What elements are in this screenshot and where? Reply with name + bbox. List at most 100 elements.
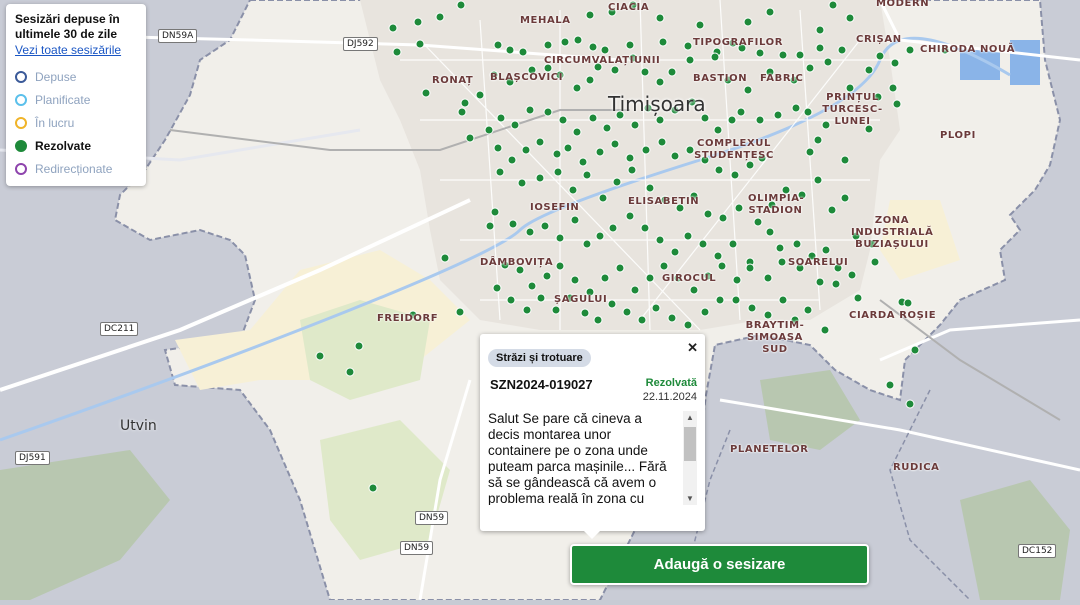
resolved-report-marker[interactable] bbox=[778, 295, 788, 305]
resolved-report-marker[interactable] bbox=[791, 103, 801, 113]
resolved-report-marker[interactable] bbox=[888, 83, 898, 93]
resolved-report-marker[interactable] bbox=[607, 299, 617, 309]
resolved-report-marker[interactable] bbox=[736, 107, 746, 117]
resolved-report-marker[interactable] bbox=[588, 113, 598, 123]
resolved-report-marker[interactable] bbox=[600, 45, 610, 55]
resolved-report-marker[interactable] bbox=[732, 275, 742, 285]
resolved-report-marker[interactable] bbox=[630, 120, 640, 130]
resolved-report-marker[interactable] bbox=[821, 245, 831, 255]
resolved-report-marker[interactable] bbox=[517, 178, 527, 188]
resolved-report-marker[interactable] bbox=[392, 47, 402, 57]
resolved-report-marker[interactable] bbox=[625, 153, 635, 163]
resolved-report-marker[interactable] bbox=[522, 305, 532, 315]
resolved-report-marker[interactable] bbox=[683, 231, 693, 241]
resolved-report-marker[interactable] bbox=[698, 239, 708, 249]
resolved-report-marker[interactable] bbox=[655, 77, 665, 87]
resolved-report-marker[interactable] bbox=[627, 165, 637, 175]
resolved-report-marker[interactable] bbox=[485, 221, 495, 231]
resolved-report-marker[interactable] bbox=[368, 483, 378, 493]
legend-item[interactable]: În lucru bbox=[15, 111, 138, 134]
resolved-report-marker[interactable] bbox=[845, 83, 855, 93]
resolved-report-marker[interactable] bbox=[657, 137, 667, 147]
legend-item[interactable]: Planificate bbox=[15, 88, 138, 111]
resolved-report-marker[interactable] bbox=[315, 351, 325, 361]
resolved-report-marker[interactable] bbox=[775, 243, 785, 253]
resolved-report-marker[interactable] bbox=[598, 193, 608, 203]
resolved-report-marker[interactable] bbox=[903, 298, 913, 308]
resolved-report-marker[interactable] bbox=[608, 223, 618, 233]
resolved-report-marker[interactable] bbox=[570, 215, 580, 225]
resolved-report-marker[interactable] bbox=[713, 125, 723, 135]
resolved-report-marker[interactable] bbox=[630, 285, 640, 295]
resolved-report-marker[interactable] bbox=[805, 147, 815, 157]
resolved-report-marker[interactable] bbox=[743, 17, 753, 27]
resolved-report-marker[interactable] bbox=[655, 115, 665, 125]
resolved-report-marker[interactable] bbox=[765, 227, 775, 237]
resolved-report-marker[interactable] bbox=[602, 123, 612, 133]
resolved-report-marker[interactable] bbox=[610, 65, 620, 75]
resolved-report-marker[interactable] bbox=[755, 115, 765, 125]
add-report-button[interactable]: Adaugă o sesizare bbox=[570, 544, 869, 585]
resolved-report-marker[interactable] bbox=[670, 151, 680, 161]
resolved-report-marker[interactable] bbox=[345, 367, 355, 377]
resolved-report-marker[interactable] bbox=[493, 40, 503, 50]
resolved-report-marker[interactable] bbox=[595, 231, 605, 241]
resolved-report-marker[interactable] bbox=[388, 23, 398, 33]
resolved-report-marker[interactable] bbox=[710, 52, 720, 62]
resolved-report-marker[interactable] bbox=[573, 35, 583, 45]
resolved-report-marker[interactable] bbox=[745, 160, 755, 170]
resolved-report-marker[interactable] bbox=[505, 45, 515, 55]
resolved-report-marker[interactable] bbox=[354, 341, 364, 351]
resolved-report-marker[interactable] bbox=[555, 233, 565, 243]
resolved-report-marker[interactable] bbox=[655, 13, 665, 23]
resolved-report-marker[interactable] bbox=[890, 58, 900, 68]
resolved-report-marker[interactable] bbox=[803, 305, 813, 315]
resolved-report-marker[interactable] bbox=[763, 310, 773, 320]
resolved-report-marker[interactable] bbox=[527, 281, 537, 291]
resolved-report-marker[interactable] bbox=[455, 307, 465, 317]
legend-item[interactable]: Redirecționate bbox=[15, 157, 138, 180]
description-scroll-area[interactable]: Salut Se pare că cineva a decis montarea… bbox=[488, 411, 697, 505]
resolved-report-marker[interactable] bbox=[905, 45, 915, 55]
resolved-report-marker[interactable] bbox=[773, 110, 783, 120]
resolved-report-marker[interactable] bbox=[747, 303, 757, 313]
resolved-report-marker[interactable] bbox=[703, 209, 713, 219]
resolved-report-marker[interactable] bbox=[820, 325, 830, 335]
resolved-report-marker[interactable] bbox=[508, 219, 518, 229]
resolved-report-marker[interactable] bbox=[612, 177, 622, 187]
resolved-report-marker[interactable] bbox=[765, 7, 775, 17]
resolved-report-marker[interactable] bbox=[718, 213, 728, 223]
resolved-report-marker[interactable] bbox=[625, 211, 635, 221]
resolved-report-marker[interactable] bbox=[610, 139, 620, 149]
resolved-report-marker[interactable] bbox=[715, 295, 725, 305]
resolved-report-marker[interactable] bbox=[847, 270, 857, 280]
resolved-report-marker[interactable] bbox=[553, 167, 563, 177]
resolved-report-marker[interactable] bbox=[659, 261, 669, 271]
resolved-report-marker[interactable] bbox=[568, 185, 578, 195]
resolved-report-marker[interactable] bbox=[588, 42, 598, 52]
resolved-report-marker[interactable] bbox=[506, 295, 516, 305]
resolved-report-marker[interactable] bbox=[413, 17, 423, 27]
resolved-report-marker[interactable] bbox=[492, 283, 502, 293]
resolved-report-marker[interactable] bbox=[840, 193, 850, 203]
resolved-report-marker[interactable] bbox=[743, 85, 753, 95]
resolved-report-marker[interactable] bbox=[700, 307, 710, 317]
resolved-report-marker[interactable] bbox=[625, 40, 635, 50]
resolved-report-marker[interactable] bbox=[518, 47, 528, 57]
resolved-report-marker[interactable] bbox=[580, 308, 590, 318]
resolved-report-marker[interactable] bbox=[641, 145, 651, 155]
scrollbar-thumb[interactable] bbox=[684, 427, 696, 461]
resolved-report-marker[interactable] bbox=[777, 257, 787, 267]
resolved-report-marker[interactable] bbox=[910, 345, 920, 355]
resolved-report-marker[interactable] bbox=[535, 173, 545, 183]
resolved-report-marker[interactable] bbox=[734, 203, 744, 213]
resolved-report-marker[interactable] bbox=[495, 167, 505, 177]
resolved-report-marker[interactable] bbox=[730, 170, 740, 180]
resolved-report-marker[interactable] bbox=[651, 303, 661, 313]
resolved-report-marker[interactable] bbox=[563, 143, 573, 153]
resolved-report-marker[interactable] bbox=[510, 120, 520, 130]
resolved-report-marker[interactable] bbox=[585, 10, 595, 20]
resolved-report-marker[interactable] bbox=[685, 145, 695, 155]
legend-item[interactable]: Depuse bbox=[15, 65, 138, 88]
resolved-report-marker[interactable] bbox=[595, 147, 605, 157]
